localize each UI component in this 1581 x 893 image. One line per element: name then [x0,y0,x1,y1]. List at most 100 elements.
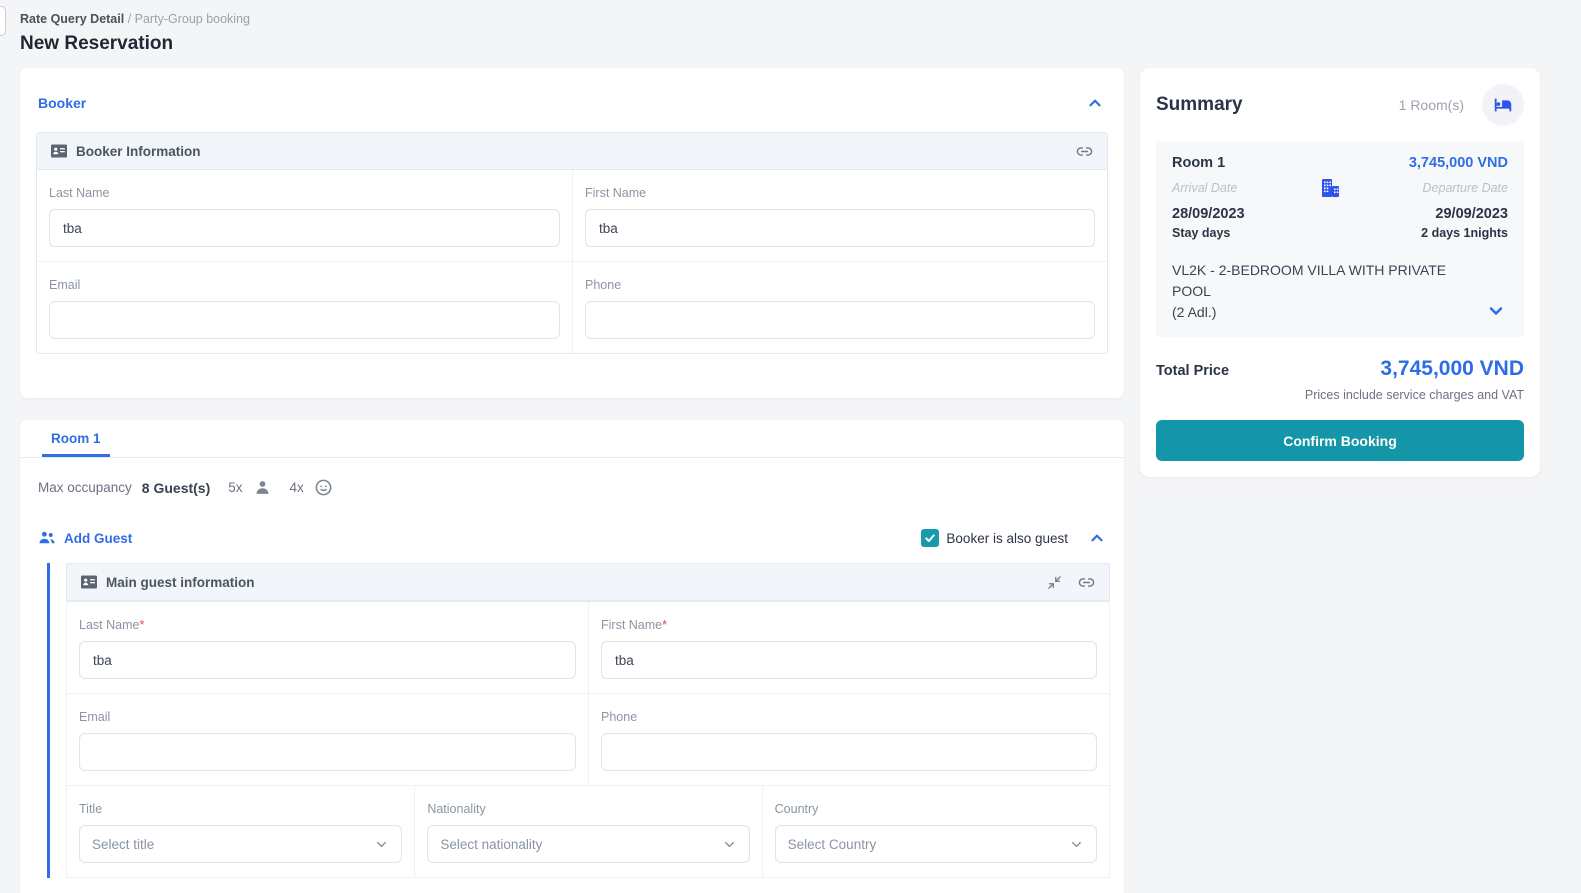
booker-is-also-guest-label: Booker is also guest [946,530,1068,546]
guest-phone-cell: Phone [588,693,1109,785]
summary-room-name: Room 1 [1172,155,1226,171]
guest-first-name-input[interactable] [601,641,1097,679]
breadcrumb: Rate Query Detail / Party-Group booking [20,10,1124,28]
summary-room-price: 3,745,000 VND [1408,155,1508,171]
booker-first-name-input[interactable] [585,209,1095,247]
max-occupancy-total: 8 Guest(s) [141,479,211,496]
arrival-date-value: 28/09/2023 [1172,206,1245,222]
arrival-date-label: Arrival Date [1172,181,1238,195]
booker-first-name-label: First Name [585,186,647,200]
title-select[interactable]: Select title [79,825,403,863]
booker-is-also-guest-checkbox[interactable]: Booker is also guest [921,529,1068,547]
stay-days-label: Stay days [1172,226,1231,240]
total-price-label: Total Price [1156,363,1230,379]
guest-title-cell: Title Select title [67,786,414,877]
breadcrumb-separator: / [124,12,135,26]
booker-card: Booker Booker Information Last Name tba … [20,68,1124,398]
booker-information-title: Booker Information [76,143,201,159]
country-select[interactable]: Select Country [774,825,1097,863]
tab-room-1[interactable]: Room 1 [42,420,110,457]
building-icon [1318,176,1342,200]
guest-email-cell: Email [67,693,588,785]
guest-last-name-input[interactable] [79,641,576,679]
required-asterisk: * [662,618,667,632]
check-icon [921,529,940,547]
contact-card-icon [51,144,67,158]
price-note: Prices include service charges and VAT [1304,388,1524,402]
max-occupancy-label: Max occupancy [38,480,132,495]
guest-first-name-cell: First Name* [588,602,1109,693]
chevron-up-icon [1088,529,1106,547]
guest-first-name-label: First Name* [601,618,667,632]
page-title: New Reservation [20,33,174,54]
guest-phone-label: Phone [601,710,638,724]
chevron-down-icon [374,837,389,852]
guest-nationality-cell: Nationality Select nationality [414,786,761,877]
stay-days-value: 2 days 1nights [1421,226,1508,240]
chevron-down-icon [1069,837,1084,852]
guest-link-button[interactable] [1078,575,1095,590]
link-icon [1078,575,1095,590]
guest-collapse-button[interactable] [1086,527,1108,549]
booker-last-name-label: Last Name [49,186,110,200]
booker-collapse-button[interactable] [1084,92,1106,114]
booker-phone-input[interactable] [585,301,1095,339]
chevron-down-icon [1486,301,1506,321]
bed-icon [1482,84,1524,126]
guest-email-label: Email [79,710,111,724]
departure-date-label: Departure Date [1422,181,1508,195]
guest-last-name-cell: Last Name* [67,602,588,693]
rooms-card: Room 1 Max occupancy 8 Guest(s) 5x 4x Ad… [20,420,1124,893]
rooms-count: 1 Room(s) [1398,97,1464,113]
guest-last-name-label: Last Name* [79,618,145,632]
total-price-value: 3,745,000 VND [1380,357,1524,380]
contact-card-icon [81,575,97,589]
booker-email-label: Email [49,278,81,292]
breadcrumb-rate-query-detail[interactable]: Rate Query Detail [20,12,124,26]
guest-country-cell: Country Select Country [761,786,1109,877]
guest-title-label: Title [79,802,103,816]
link-icon [1076,144,1093,159]
room-details-expand-button[interactable] [1484,299,1508,323]
booker-phone-label: Phone [585,278,622,292]
sidebar-collapse-handle[interactable] [0,6,6,36]
page: Rate Query Detail / Party-Group booking … [0,0,1581,893]
children-multiplier: 4x [289,480,304,495]
add-guest-row: Add Guest Booker is also guest [20,497,1124,549]
booker-information-box: Booker Information Last Name tba First N… [36,132,1108,354]
booker-first-name-cell: First Name [572,170,1107,261]
breadcrumb-current-page: Party-Group booking [134,12,250,26]
guest-accent-bar [47,563,50,878]
room-tabs: Room 1 [20,420,1124,458]
chevron-down-icon [722,837,737,852]
adults-multiplier: 5x [228,480,243,495]
summary-room-card: Room 1 3,745,000 VND Arrival Date Depart… [1156,142,1524,337]
booker-link-button[interactable] [1076,144,1093,159]
guest-form-grid: Last Name* First Name* Email [66,602,1110,878]
departure-date-value: 29/09/2023 [1435,206,1508,222]
add-guest-button[interactable]: Add Guest [38,530,132,546]
guest-country-label: Country [774,802,819,816]
nationality-select[interactable]: Select nationality [427,825,750,863]
main-guest-section: Main guest information Last Name* tba Fi… [47,563,1124,878]
booker-section-title: Booker [38,95,87,111]
main-guest-information-title: Main guest information [106,574,255,590]
summary-title: Summary [1156,94,1243,115]
guest-phone-input[interactable] [601,733,1097,771]
confirm-booking-button[interactable]: Confirm Booking [1156,420,1524,461]
add-guest-label: Add Guest [64,530,133,546]
guest-email-input[interactable] [79,733,576,771]
merge-guest-button[interactable] [1047,575,1062,590]
people-icon [38,530,56,546]
room-type-text: VL2K - 2-BEDROOM VILLA WITH PRIVATE POOL… [1172,262,1447,320]
booker-phone-cell: Phone [572,261,1107,353]
booker-email-input[interactable] [49,301,560,339]
minimize-arrows-icon [1047,575,1062,590]
guest-nationality-label: Nationality [427,802,486,816]
booker-last-name-input[interactable] [49,209,560,247]
person-icon [253,478,272,497]
booker-email-cell: Email [37,261,572,353]
required-asterisk: * [139,618,145,632]
occupancy-row: Max occupancy 8 Guest(s) 5x 4x [20,458,1124,497]
booker-last-name-cell: Last Name [37,170,572,261]
